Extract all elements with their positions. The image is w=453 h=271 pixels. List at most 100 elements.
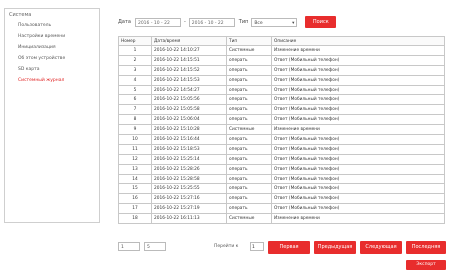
cell-datetime: 2016-10-22 15:05:56 [151,94,227,106]
cell-description: Ответ (Мобильный телефон) [271,153,445,165]
cell-description: Ответ (Мобильный телефон) [271,104,445,116]
chevron-down-icon: ▾ [292,20,295,26]
type-label: Тип [238,19,249,25]
sidebar-item[interactable]: Об этом устройстве [5,53,99,64]
cell-description: Ответ (Мобильный телефон) [271,183,445,195]
cell-datetime: 2016-10-22 15:28:26 [151,163,227,175]
cell-description: Ответ (Мобильный телефон) [271,193,445,205]
cell-type: операть [226,114,272,126]
cell-description: Изменение времени [271,213,445,225]
search-button[interactable]: Поиск [305,16,337,28]
cell-datetime: 2016-10-22 15:06:04 [151,114,227,126]
table-row: 14 2016-10-22 15:28:58 операть Ответ (Мобил… [118,173,445,185]
table-row: 16 2016-10-22 15:27:16 операть Ответ (Мобил… [118,193,445,205]
first-page-button[interactable]: Первая [268,241,310,254]
cell-number: 3 [118,64,152,76]
cell-type: операть [226,143,272,155]
cell-number: 11 [118,143,152,155]
header-type: Тип [226,36,272,46]
date-from-field[interactable]: 2016 - 10 - 22 [134,17,181,27]
cell-number: 16 [118,193,152,205]
log-table: Номер Дата/время Тип Описание 1 2016-10-2… [118,36,445,225]
cell-number: 14 [118,173,152,185]
header-description: Описание [271,36,445,46]
table-row: 3 2016-10-22 14:15:52 операть Ответ (Мобиль… [118,64,445,76]
cell-number: 1 [118,45,152,56]
header-datetime: Дата/время [151,36,227,46]
type-select-value: Все [254,20,263,26]
table-row: 5 2016-10-22 14:54:27 операть Ответ (Мобиль… [118,84,445,96]
cell-number: 18 [118,213,152,225]
cell-datetime: 2016-10-22 14:54:27 [151,84,227,96]
cell-type: Системные [226,213,272,225]
goto-select[interactable]: 1 [250,242,264,251]
cell-number: 12 [118,153,152,165]
table-row: 17 2016-10-22 15:27:19 операть Ответ (Мобил… [118,203,445,215]
cell-description: Ответ (Мобильный телефон) [271,94,445,106]
table-header-row: Номер Дата/время Тип Описание [118,36,445,46]
cell-number: 7 [118,104,152,116]
next-page-button[interactable]: Следующая [360,241,402,254]
sidebar-item[interactable]: SD карта [5,64,99,75]
cell-type: операть [226,163,272,175]
sidebar-item[interactable]: Инициализация [5,42,99,53]
table-row: 2 2016-10-22 14:15:51 операть Ответ (Мобиль… [118,54,445,66]
prev-page-button[interactable]: Предыдущая [314,241,356,254]
cell-description: Ответ (Мобильный телефон) [271,143,445,155]
cell-description: Ответ (Мобильный телефон) [271,84,445,96]
cell-type: операть [226,193,272,205]
cell-datetime: 2016-10-22 16:11:13 [151,213,227,225]
filter-bar: Дата 2016 - 10 - 22 - 2016 - 10 - 22 Тип… [118,15,337,29]
goto-label: Перейти к [214,244,239,249]
cell-number: 4 [118,74,152,86]
table-row: 8 2016-10-22 15:06:04 операть Ответ (Мобиль… [118,114,445,126]
goto-select-value: 1 [252,245,255,250]
header-number: Номер [118,36,152,46]
cell-number: 5 [118,84,152,96]
cell-type: операть [226,153,272,165]
table-row: 7 2016-10-22 15:05:58 операть Ответ (Мобиль… [118,104,445,116]
table-row: 4 2016-10-22 14:15:53 операть Ответ (Мобиль… [118,74,445,86]
cell-description: Ответ (Мобильный телефон) [271,134,445,145]
current-page-field[interactable]: 1 [118,242,140,251]
cell-number: 17 [118,203,152,215]
type-select[interactable]: Все ▾ [251,17,298,27]
cell-type: операть [226,134,272,145]
cell-description: Ответ (Мобильный телефон) [271,114,445,126]
sidebar-item[interactable]: Системный журнал [5,75,99,86]
cell-datetime: 2016-10-22 15:27:16 [151,193,227,205]
table-row: 13 2016-10-22 15:28:26 операть Ответ (Мобил… [118,163,445,175]
pagination: 1 5 Перейти к 1 Первая Предыдущая Следую… [118,241,450,255]
cell-type: операть [226,203,272,215]
sidebar: Система Пользователь Настройки времени Ини… [4,8,100,223]
cell-description: Изменение времени [271,124,445,136]
cell-datetime: 2016-10-22 15:28:58 [151,173,227,185]
table-row: 11 2016-10-22 15:18:53 операть Ответ (Мобил… [118,143,445,155]
cell-description: Изменение времени [271,45,445,56]
cell-description: Ответ (Мобильный телефон) [271,64,445,76]
cell-type: операть [226,74,272,86]
cell-datetime: 2016-10-22 14:15:51 [151,54,227,66]
date-label: Дата [118,19,131,25]
table-row: 9 2016-10-22 15:10:28 Системные Изменение в… [118,124,445,136]
sidebar-title: Система [9,12,32,18]
sidebar-item[interactable]: Настройки времени [5,31,99,42]
export-button[interactable]: Экспорт [406,260,446,270]
last-page-button[interactable]: Последняя [406,241,446,254]
cell-number: 2 [118,54,152,66]
cell-datetime: 2016-10-22 14:15:53 [151,74,227,86]
sidebar-item[interactable]: Пользователь [5,20,99,31]
date-to-field[interactable]: 2016 - 10 - 22 [188,17,235,27]
table-row: 1 2016-10-22 14:10:27 Системные Изменение в… [118,45,445,56]
cell-type: операть [226,104,272,116]
cell-datetime: 2016-10-22 15:27:19 [151,203,227,215]
cell-description: Ответ (Мобильный телефон) [271,203,445,215]
date-separator: - [183,19,186,25]
cell-datetime: 2016-10-22 15:25:14 [151,153,227,165]
cell-datetime: 2016-10-22 15:05:58 [151,104,227,116]
cell-datetime: 2016-10-22 15:10:28 [151,124,227,136]
cell-datetime: 2016-10-22 14:15:52 [151,64,227,76]
cell-type: Системные [226,45,272,56]
cell-datetime: 2016-10-22 15:16:44 [151,134,227,145]
cell-datetime: 2016-10-22 14:10:27 [151,45,227,56]
